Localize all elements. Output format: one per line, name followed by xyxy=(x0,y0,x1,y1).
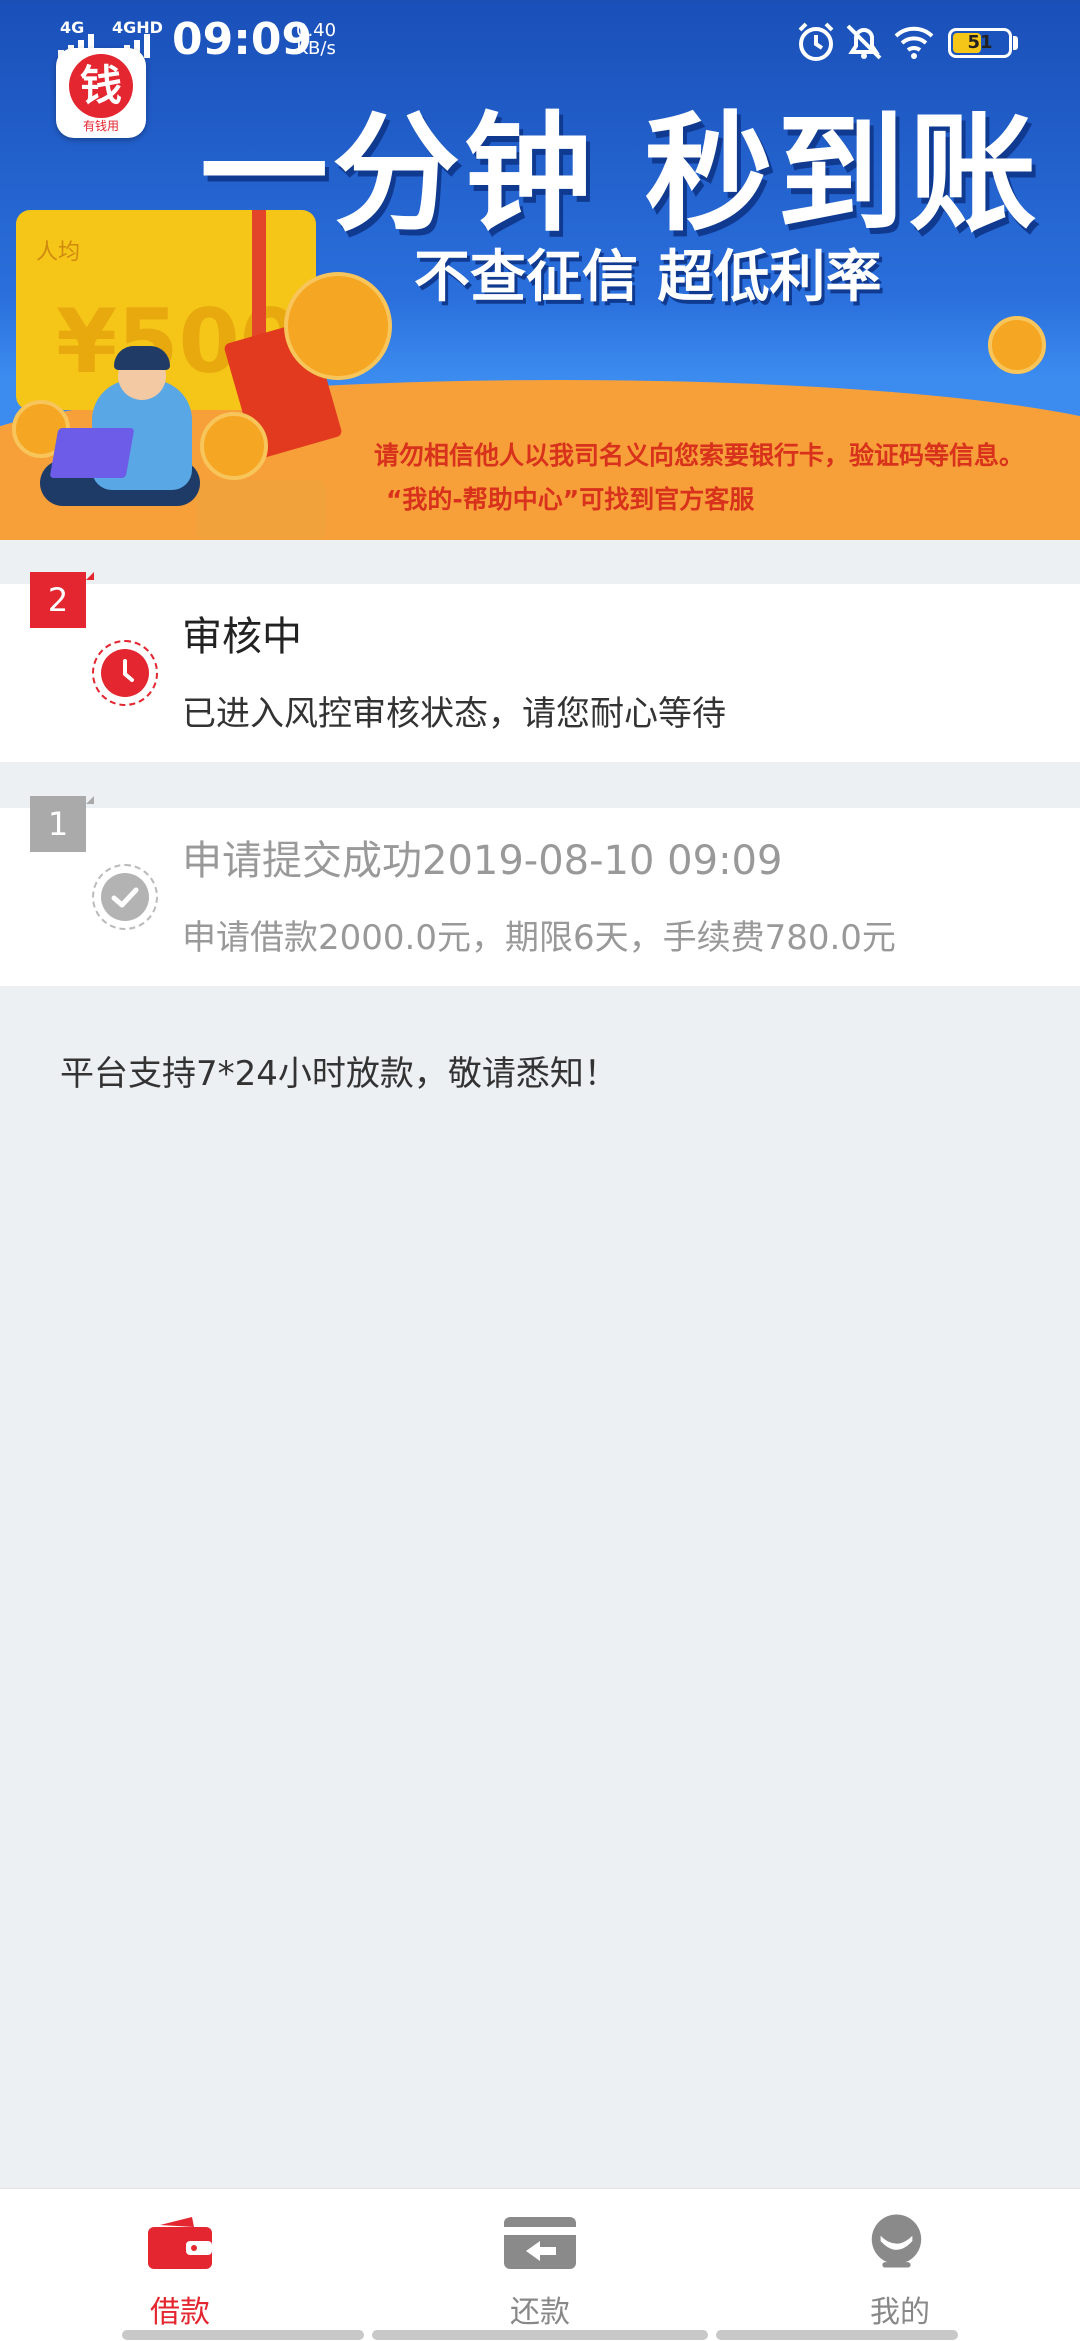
app-logo[interactable]: 钱 有钱用 xyxy=(56,48,146,138)
banner-warning-line2: “我的-帮助中心”可找到官方客服 xyxy=(386,485,755,514)
battery-tip xyxy=(1013,36,1018,50)
nav-indicator xyxy=(372,2330,708,2340)
check-icon xyxy=(101,873,149,921)
wifi-icon xyxy=(894,26,934,59)
nav-indicator xyxy=(122,2330,364,2340)
nav-label: 我的 xyxy=(870,2295,930,2330)
step-number-badge: 1 xyxy=(30,796,94,852)
battery-level: 51 xyxy=(967,32,993,53)
banner-warning-line1: 请勿相信他人以我司名义向您索要银行卡，验证码等信息。 xyxy=(374,441,1025,470)
step-title: 审核中 xyxy=(182,614,302,660)
banner-title: 一分钟 秒到账 xyxy=(200,100,1041,249)
nav-item-repay[interactable]: 还款 xyxy=(360,2189,720,2341)
step-review: 2 审核中 已进入风控审核状态，请您耐心等待 xyxy=(0,572,1080,762)
service-notice: 平台支持7*24小时放款，敬请悉知！ xyxy=(60,1054,618,1094)
banner-warning: 请勿相信他人以我司名义向您索要银行卡，验证码等信息。 “我的-帮助中心”可找到官… xyxy=(374,434,1074,522)
app-logo-char: 钱 xyxy=(69,54,133,118)
bottom-nav: 借款 还款 我的 xyxy=(0,2188,1080,2341)
promo-banner[interactable]: 人均 ¥500 一分钟 秒到账 不查征信 超低利率 请勿相信他人以我司名义向您索… xyxy=(0,0,1080,540)
step-icon-ring xyxy=(92,640,158,706)
status-bar: 4G 4GHD 09:09 0.40 KB/s 51 xyxy=(0,0,1080,84)
wallet-icon xyxy=(148,2217,212,2269)
banner-subtitle: 不查征信 超低利率 xyxy=(414,245,882,310)
step-icon-ring xyxy=(92,864,158,930)
step-submitted: 1 申请提交成功2019-08-10 09:09 申请借款2000.0元，期限6… xyxy=(0,796,1080,986)
alarm-icon xyxy=(798,22,834,61)
app-logo-label: 有钱用 xyxy=(82,119,119,133)
clock-icon xyxy=(101,649,149,697)
laptop-icon xyxy=(49,428,135,478)
coin-icon xyxy=(200,412,268,480)
nav-item-mine[interactable]: 我的 xyxy=(720,2189,1080,2341)
coin-stack-icon xyxy=(196,480,326,540)
nav-item-borrow[interactable]: 借款 xyxy=(0,2189,360,2341)
nav-label: 还款 xyxy=(510,2295,570,2330)
step-title: 申请提交成功2019-08-10 09:09 xyxy=(182,838,783,884)
profile-icon xyxy=(871,2214,922,2268)
coin-icon xyxy=(988,316,1046,374)
nav-indicator xyxy=(716,2330,958,2340)
step-number-badge: 2 xyxy=(30,572,94,628)
net-speed-unit: KB/s xyxy=(296,38,336,59)
repay-card-icon xyxy=(504,2217,576,2269)
net-speed: 0.40 KB/s xyxy=(296,22,336,58)
step-description: 已进入风控审核状态，请您耐心等待 xyxy=(182,694,726,734)
mute-bell-icon xyxy=(846,24,882,60)
coin-icon xyxy=(284,272,392,380)
card-label: 人均 xyxy=(36,240,81,265)
person-hair xyxy=(114,346,170,370)
status-time: 09:09 xyxy=(172,14,313,65)
nav-label: 借款 xyxy=(150,2295,210,2330)
battery-icon: 51 xyxy=(948,28,1012,58)
step-description: 申请借款2000.0元，期限6天，手续费780.0元 xyxy=(182,918,896,958)
